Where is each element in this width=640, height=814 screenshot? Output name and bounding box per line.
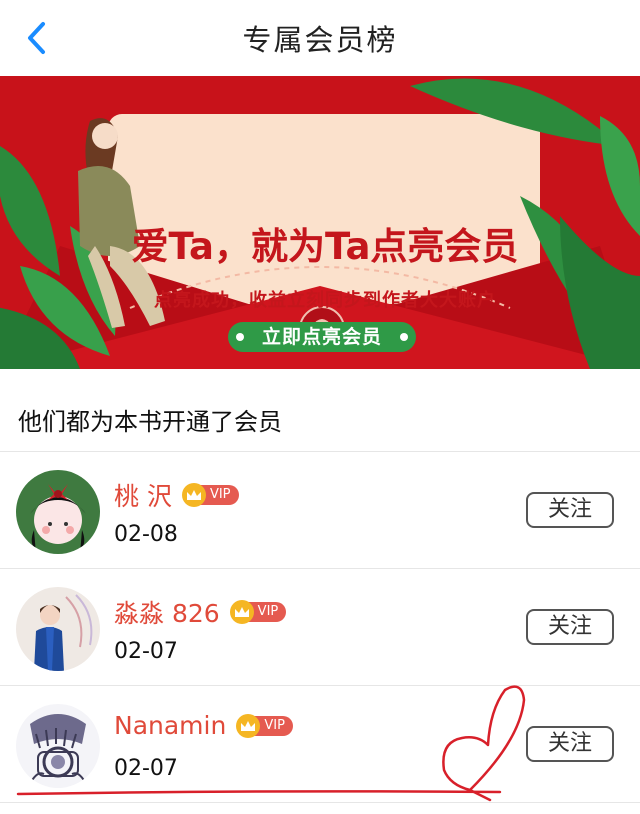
follow-button[interactable]: 关注 <box>526 609 614 645</box>
follow-button[interactable]: 关注 <box>526 492 614 528</box>
crown-icon <box>229 600 254 624</box>
member-row: 淼淼 826 VIP 02-07 关注 <box>0 569 640 685</box>
join-date: 02-08 <box>114 522 178 547</box>
chevron-left-icon <box>28 22 45 54</box>
member-name[interactable]: 淼淼 826 <box>114 594 220 630</box>
divider <box>0 802 640 803</box>
member-name-line: Nanamin VIP <box>114 711 293 740</box>
top-nav-bar: 专属会员榜 <box>0 0 640 76</box>
member-row: Nanamin VIP 02-07 关注 <box>0 686 640 802</box>
member-row: 桃 沢 VIP 02-08 关注 <box>0 452 640 568</box>
avatar[interactable] <box>16 704 100 788</box>
promo-banner[interactable]: 爱Ta，就为Ta点亮会员 点亮成功，收益立刻同步到作者大大账户 立即点亮会员 <box>0 76 640 369</box>
vip-badge: VIP <box>236 713 293 738</box>
avatar[interactable] <box>16 587 100 671</box>
member-name[interactable]: Nanamin <box>114 711 226 740</box>
back-button[interactable] <box>18 18 58 58</box>
member-name[interactable]: 桃 沢 <box>114 477 172 513</box>
member-name-line: 桃 沢 VIP <box>114 477 239 513</box>
section-title: 他们都为本书开通了会员 <box>18 408 282 436</box>
banner-headline: 爱Ta，就为Ta点亮会员 <box>131 225 519 268</box>
banner-subtitle: 点亮成功，收益立刻同步到作者大大账户 <box>154 290 496 311</box>
crown-icon <box>181 483 206 507</box>
page-title: 专属会员榜 <box>242 23 398 57</box>
follow-button[interactable]: 关注 <box>526 726 614 762</box>
vip-badge: VIP <box>229 600 287 624</box>
avatar[interactable] <box>16 470 100 554</box>
member-name-line: 淼淼 826 VIP <box>114 594 287 630</box>
crown-icon <box>236 713 261 738</box>
join-date: 02-07 <box>114 756 178 781</box>
vip-badge: VIP <box>181 483 239 507</box>
light-up-member-button[interactable]: 立即点亮会员 <box>228 322 416 352</box>
join-date: 02-07 <box>114 639 178 664</box>
